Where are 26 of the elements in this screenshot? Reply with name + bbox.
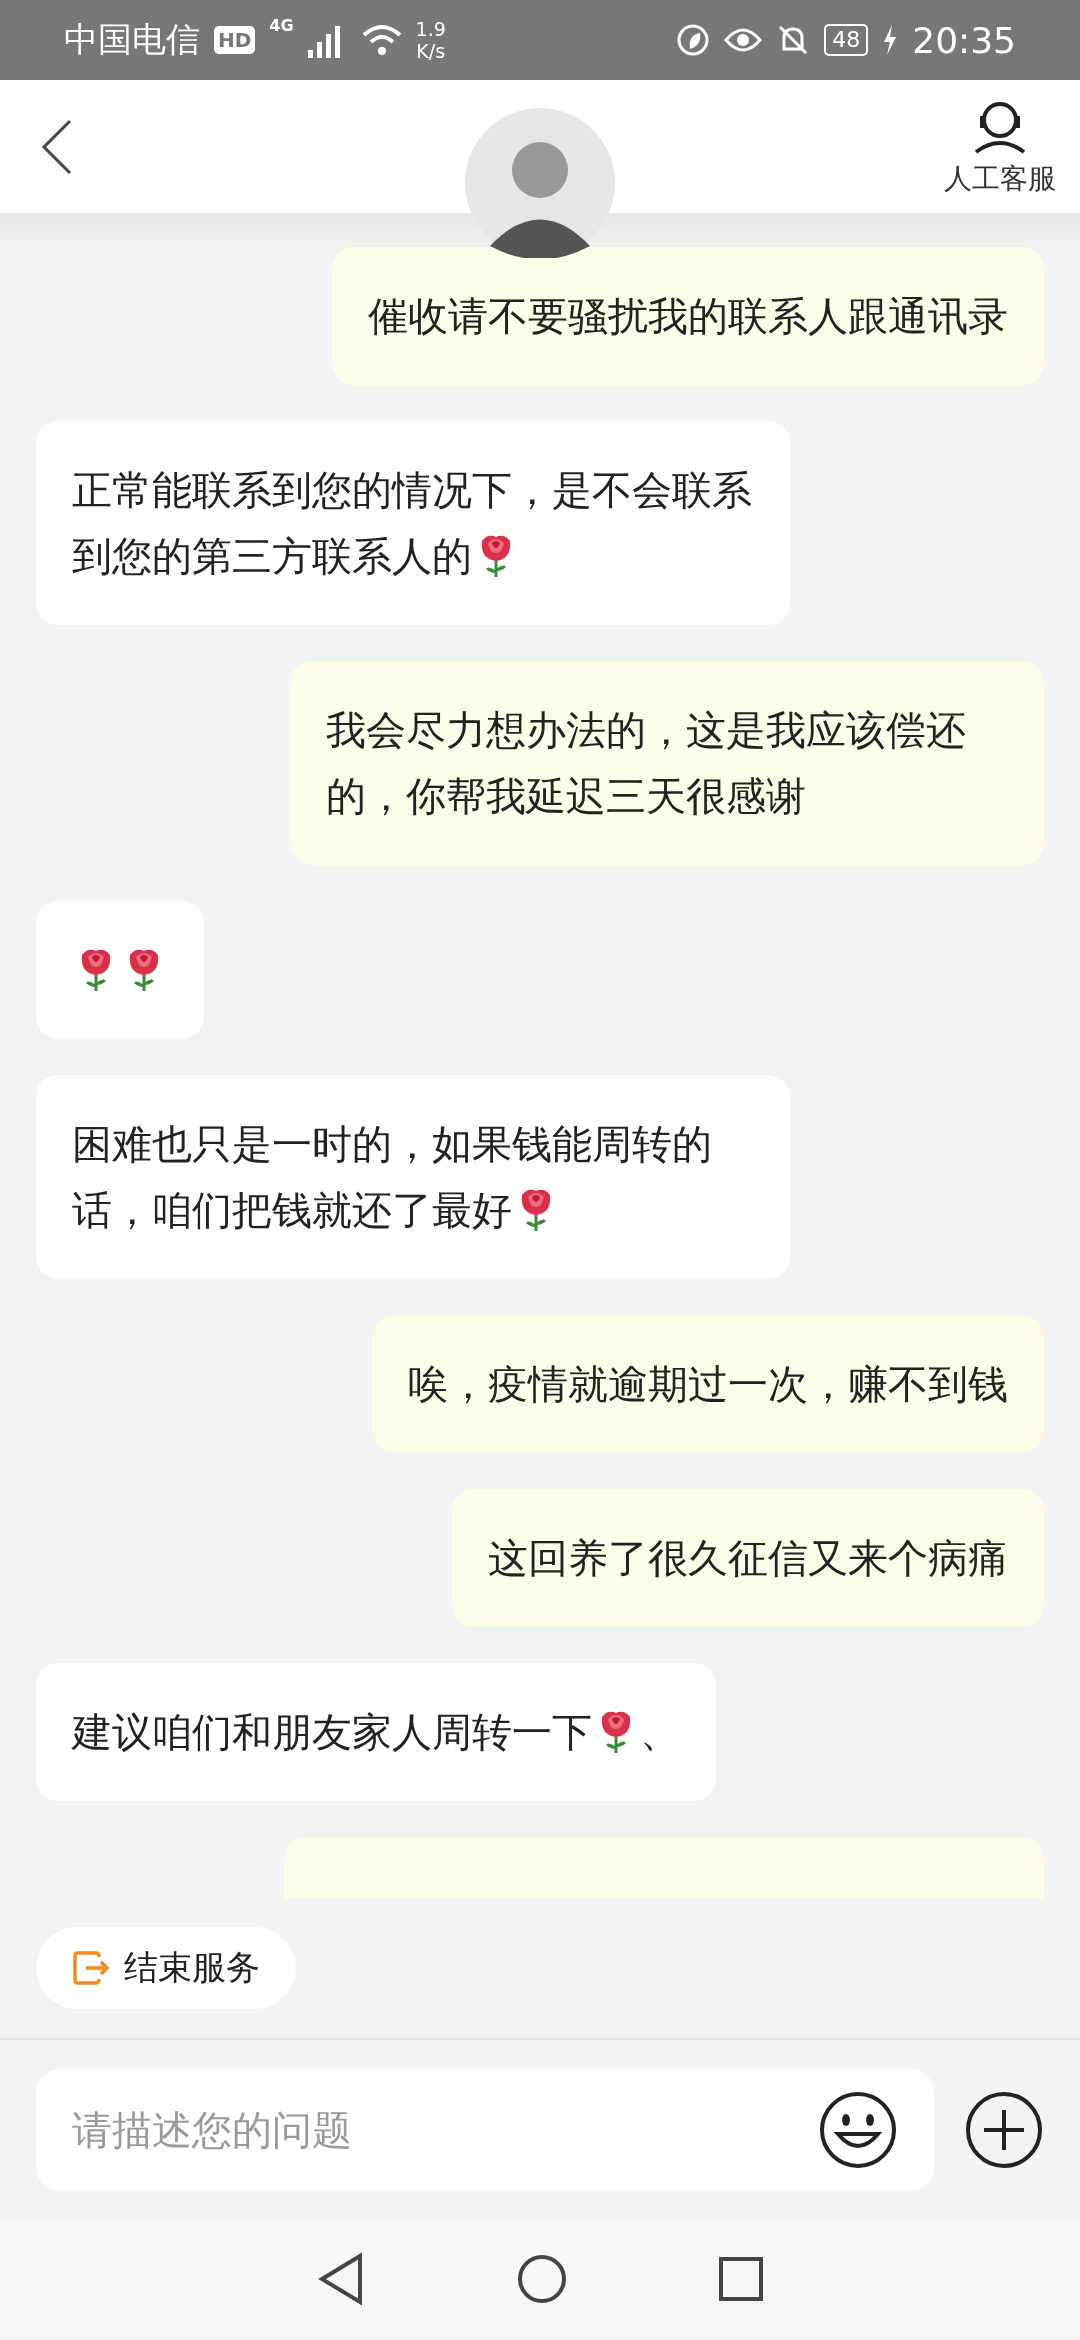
add-icon[interactable] xyxy=(964,2090,1044,2170)
charging-icon xyxy=(882,25,899,55)
exit-icon xyxy=(72,1949,110,1987)
hd-badge: HD xyxy=(214,26,256,54)
human-service-button[interactable]: 人工客服 xyxy=(944,95,1056,198)
carrier-name: 中国电信 xyxy=(64,18,200,61)
network-type: 4G xyxy=(269,16,294,35)
recents-nav-icon[interactable] xyxy=(718,2256,764,2302)
message-bubble: 我会尽力想办法的，这是我应该偿还的，你帮我延迟三天很感谢 xyxy=(290,661,1044,865)
message-bubble: 困难也只是一时的，如果钱能周转的话，咱们把钱就还了最好 xyxy=(36,1075,790,1279)
battery-level: 48 xyxy=(824,24,869,56)
network-speed: 1.9 xyxy=(415,18,446,40)
message-bubble: 正常能联系到您的情况下，是不会联系到您的第三方联系人的 xyxy=(36,421,790,625)
wifi-icon xyxy=(361,23,402,57)
message-input-field[interactable]: 请描述您的问题 xyxy=(36,2069,934,2191)
speed-unit: K/s xyxy=(416,40,446,62)
message-bubble: 建议咱们和朋友家人周转一下 、 xyxy=(36,1663,716,1801)
message-bubble: 唉，疫情就逾期过一次，赚不到钱 xyxy=(372,1315,1044,1453)
leaf-icon xyxy=(676,23,711,57)
end-service-button[interactable]: 结束服务 xyxy=(36,1927,296,2009)
message-bubble: 这回养了很久征信又来个病痛 xyxy=(452,1489,1044,1627)
message-bubble: 催收请不要骚扰我的联系人跟通讯录 xyxy=(332,247,1044,385)
clock: 20:35 xyxy=(912,19,1016,61)
eye-icon xyxy=(724,26,763,54)
home-nav-icon[interactable] xyxy=(516,2253,568,2305)
emoji-icon[interactable] xyxy=(818,2090,898,2170)
